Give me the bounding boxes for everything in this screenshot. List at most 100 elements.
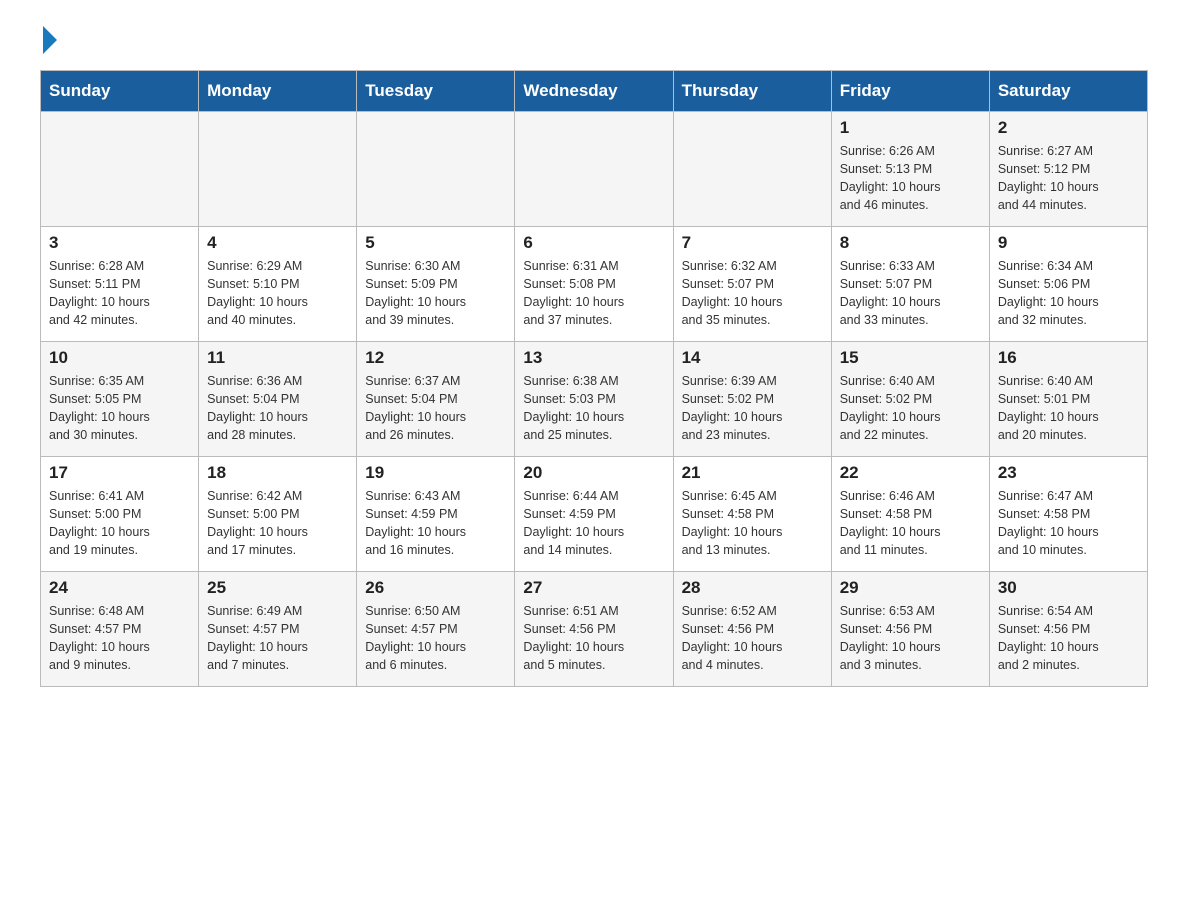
calendar-week-row: 17Sunrise: 6:41 AM Sunset: 5:00 PM Dayli…	[41, 457, 1148, 572]
day-info: Sunrise: 6:39 AM Sunset: 5:02 PM Dayligh…	[682, 372, 823, 445]
calendar-header-tuesday: Tuesday	[357, 71, 515, 112]
day-number: 5	[365, 233, 506, 253]
calendar-week-row: 10 Sunrise: 6:35 AM Sunset: 5:05 PM Dayli…	[41, 342, 1148, 457]
day-info: Sunrise: 6:45 AM Sunset: 4:58 PM Dayligh…	[682, 487, 823, 560]
day-info: Sunrise: 6:29 AM Sunset: 5:10 PM Dayligh…	[207, 257, 348, 330]
calendar-day-cell: 17Sunrise: 6:41 AM Sunset: 5:00 PM Dayli…	[41, 457, 199, 572]
day-number: 14	[682, 348, 823, 368]
calendar-table: SundayMondayTuesdayWednesdayThursdayFrid…	[40, 70, 1148, 687]
day-info: Sunrise: 6:36 AM Sunset: 5:04 PM Dayligh…	[207, 372, 348, 445]
calendar-day-cell	[515, 112, 673, 227]
day-info: Sunrise: 6:42 AM Sunset: 5:00 PM Dayligh…	[207, 487, 348, 560]
day-info: Sunrise: 6:48 AM Sunset: 4:57 PM Dayligh…	[49, 602, 190, 675]
calendar-header-sunday: Sunday	[41, 71, 199, 112]
day-number: 27	[523, 578, 664, 598]
day-number: 1	[840, 118, 981, 138]
day-number: 19	[365, 463, 506, 483]
day-info: Sunrise: 6:47 AM Sunset: 4:58 PM Dayligh…	[998, 487, 1139, 560]
day-info: Sunrise: 6:40 AM Sunset: 5:01 PM Dayligh…	[998, 372, 1139, 445]
day-number: 13	[523, 348, 664, 368]
day-number: 10	[49, 348, 190, 368]
day-info: Sunrise: 6:44 AM Sunset: 4:59 PM Dayligh…	[523, 487, 664, 560]
day-number: 25	[207, 578, 348, 598]
calendar-week-row: 24 Sunrise: 6:48 AM Sunset: 4:57 PM Dayli…	[41, 572, 1148, 687]
calendar-day-cell: 26Sunrise: 6:50 AM Sunset: 4:57 PM Dayli…	[357, 572, 515, 687]
day-number: 18	[207, 463, 348, 483]
calendar-day-cell: 23 Sunrise: 6:47 AM Sunset: 4:58 PM Dayli…	[989, 457, 1147, 572]
calendar-day-cell: 5 Sunrise: 6:30 AM Sunset: 5:09 PM Daylig…	[357, 227, 515, 342]
logo	[40, 30, 57, 50]
calendar-day-cell: 9 Sunrise: 6:34 AM Sunset: 5:06 PM Daylig…	[989, 227, 1147, 342]
calendar-day-cell: 19Sunrise: 6:43 AM Sunset: 4:59 PM Dayli…	[357, 457, 515, 572]
day-number: 30	[998, 578, 1139, 598]
day-info: Sunrise: 6:27 AM Sunset: 5:12 PM Dayligh…	[998, 142, 1139, 215]
day-number: 24	[49, 578, 190, 598]
day-number: 7	[682, 233, 823, 253]
day-info: Sunrise: 6:53 AM Sunset: 4:56 PM Dayligh…	[840, 602, 981, 675]
calendar-day-cell: 12 Sunrise: 6:37 AM Sunset: 5:04 PM Dayli…	[357, 342, 515, 457]
calendar-day-cell: 13 Sunrise: 6:38 AM Sunset: 5:03 PM Dayli…	[515, 342, 673, 457]
day-info: Sunrise: 6:51 AM Sunset: 4:56 PM Dayligh…	[523, 602, 664, 675]
day-number: 8	[840, 233, 981, 253]
calendar-header-friday: Friday	[831, 71, 989, 112]
day-info: Sunrise: 6:32 AM Sunset: 5:07 PM Dayligh…	[682, 257, 823, 330]
day-info: Sunrise: 6:35 AM Sunset: 5:05 PM Dayligh…	[49, 372, 190, 445]
day-number: 23	[998, 463, 1139, 483]
calendar-day-cell: 8 Sunrise: 6:33 AM Sunset: 5:07 PM Daylig…	[831, 227, 989, 342]
calendar-day-cell	[357, 112, 515, 227]
calendar-header-saturday: Saturday	[989, 71, 1147, 112]
day-info: Sunrise: 6:28 AM Sunset: 5:11 PM Dayligh…	[49, 257, 190, 330]
day-number: 11	[207, 348, 348, 368]
day-info: Sunrise: 6:49 AM Sunset: 4:57 PM Dayligh…	[207, 602, 348, 675]
calendar-day-cell	[41, 112, 199, 227]
calendar-day-cell: 20Sunrise: 6:44 AM Sunset: 4:59 PM Dayli…	[515, 457, 673, 572]
calendar-day-cell: 16Sunrise: 6:40 AM Sunset: 5:01 PM Dayli…	[989, 342, 1147, 457]
logo-arrow-icon	[43, 26, 57, 54]
calendar-day-cell: 3 Sunrise: 6:28 AM Sunset: 5:11 PM Daylig…	[41, 227, 199, 342]
day-number: 29	[840, 578, 981, 598]
calendar-day-cell: 28Sunrise: 6:52 AM Sunset: 4:56 PM Dayli…	[673, 572, 831, 687]
day-number: 22	[840, 463, 981, 483]
calendar-week-row: 1 Sunrise: 6:26 AM Sunset: 5:13 PM Daylig…	[41, 112, 1148, 227]
day-info: Sunrise: 6:30 AM Sunset: 5:09 PM Dayligh…	[365, 257, 506, 330]
calendar-day-cell: 11 Sunrise: 6:36 AM Sunset: 5:04 PM Dayli…	[199, 342, 357, 457]
day-number: 3	[49, 233, 190, 253]
day-info: Sunrise: 6:33 AM Sunset: 5:07 PM Dayligh…	[840, 257, 981, 330]
day-number: 4	[207, 233, 348, 253]
calendar-day-cell: 2 Sunrise: 6:27 AM Sunset: 5:12 PM Daylig…	[989, 112, 1147, 227]
calendar-day-cell	[199, 112, 357, 227]
day-info: Sunrise: 6:54 AM Sunset: 4:56 PM Dayligh…	[998, 602, 1139, 675]
calendar-day-cell: 24 Sunrise: 6:48 AM Sunset: 4:57 PM Dayli…	[41, 572, 199, 687]
calendar-week-row: 3 Sunrise: 6:28 AM Sunset: 5:11 PM Daylig…	[41, 227, 1148, 342]
day-info: Sunrise: 6:46 AM Sunset: 4:58 PM Dayligh…	[840, 487, 981, 560]
calendar-day-cell: 21 Sunrise: 6:45 AM Sunset: 4:58 PM Dayli…	[673, 457, 831, 572]
calendar-header-monday: Monday	[199, 71, 357, 112]
calendar-day-cell: 14 Sunrise: 6:39 AM Sunset: 5:02 PM Dayli…	[673, 342, 831, 457]
calendar-day-cell: 30 Sunrise: 6:54 AM Sunset: 4:56 PM Dayli…	[989, 572, 1147, 687]
day-number: 9	[998, 233, 1139, 253]
day-number: 21	[682, 463, 823, 483]
calendar-header-row: SundayMondayTuesdayWednesdayThursdayFrid…	[41, 71, 1148, 112]
calendar-day-cell	[673, 112, 831, 227]
day-number: 6	[523, 233, 664, 253]
day-info: Sunrise: 6:31 AM Sunset: 5:08 PM Dayligh…	[523, 257, 664, 330]
calendar-day-cell: 7 Sunrise: 6:32 AM Sunset: 5:07 PM Daylig…	[673, 227, 831, 342]
day-info: Sunrise: 6:38 AM Sunset: 5:03 PM Dayligh…	[523, 372, 664, 445]
calendar-day-cell: 18 Sunrise: 6:42 AM Sunset: 5:00 PM Dayli…	[199, 457, 357, 572]
calendar-day-cell: 15Sunrise: 6:40 AM Sunset: 5:02 PM Dayli…	[831, 342, 989, 457]
day-info: Sunrise: 6:34 AM Sunset: 5:06 PM Dayligh…	[998, 257, 1139, 330]
calendar-header-wednesday: Wednesday	[515, 71, 673, 112]
day-info: Sunrise: 6:50 AM Sunset: 4:57 PM Dayligh…	[365, 602, 506, 675]
day-info: Sunrise: 6:41 AM Sunset: 5:00 PM Dayligh…	[49, 487, 190, 560]
page-header	[40, 30, 1148, 50]
day-number: 2	[998, 118, 1139, 138]
day-number: 15	[840, 348, 981, 368]
day-info: Sunrise: 6:37 AM Sunset: 5:04 PM Dayligh…	[365, 372, 506, 445]
day-number: 12	[365, 348, 506, 368]
calendar-day-cell: 27 Sunrise: 6:51 AM Sunset: 4:56 PM Dayli…	[515, 572, 673, 687]
calendar-day-cell: 25 Sunrise: 6:49 AM Sunset: 4:57 PM Dayli…	[199, 572, 357, 687]
calendar-day-cell: 6 Sunrise: 6:31 AM Sunset: 5:08 PM Daylig…	[515, 227, 673, 342]
day-info: Sunrise: 6:26 AM Sunset: 5:13 PM Dayligh…	[840, 142, 981, 215]
day-number: 28	[682, 578, 823, 598]
calendar-day-cell: 22 Sunrise: 6:46 AM Sunset: 4:58 PM Dayli…	[831, 457, 989, 572]
